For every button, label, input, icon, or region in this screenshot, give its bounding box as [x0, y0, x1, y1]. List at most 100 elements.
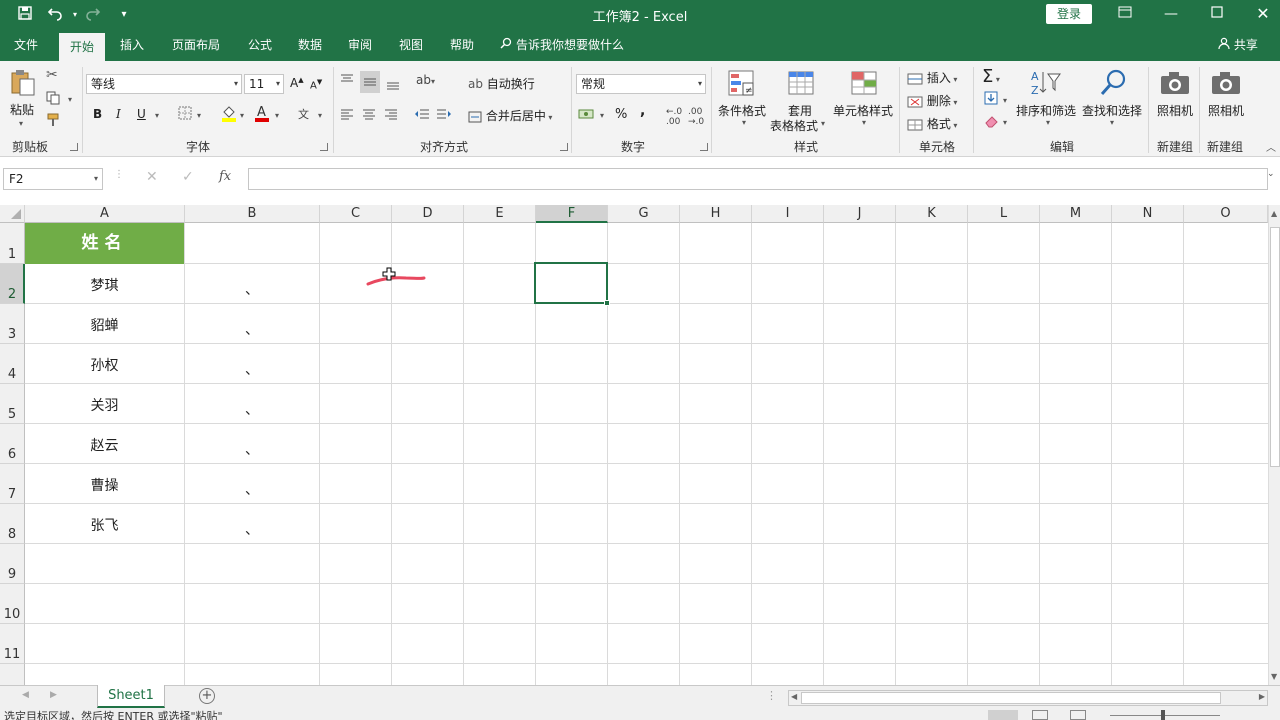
row-header-4[interactable]: 4	[0, 344, 25, 384]
fill-color-icon[interactable]	[221, 104, 237, 125]
decrease-decimal-icon[interactable]: .00 →.0	[688, 107, 704, 127]
cell-b5[interactable]: 、	[185, 399, 319, 419]
align-right-icon[interactable]	[384, 108, 398, 123]
selected-cell-f2[interactable]	[534, 262, 610, 306]
minimize-icon[interactable]: —	[1148, 0, 1194, 30]
copy-dropdown-icon[interactable]: ▾	[68, 95, 72, 104]
cell-a3[interactable]: 貂蝉	[25, 315, 184, 335]
decrease-font-icon[interactable]: A▼	[310, 78, 322, 91]
cell-b8[interactable]: 、	[185, 519, 319, 539]
fill-handle[interactable]	[604, 300, 610, 306]
cell-b4[interactable]: 、	[185, 359, 319, 379]
merge-center-button[interactable]: 合并后居中 ▾	[468, 107, 552, 124]
paste-icon[interactable]	[8, 68, 38, 96]
underline-button[interactable]: U	[137, 107, 146, 121]
percent-button[interactable]: %	[615, 107, 627, 122]
column-header-o[interactable]: O	[1184, 205, 1268, 223]
cell-styles-dropdown-icon[interactable]: ▾	[862, 118, 866, 127]
worksheet-grid[interactable]: A B C D E F G H I J K L M N O 1 2 3 4 5 …	[0, 205, 1268, 685]
save-icon[interactable]	[14, 5, 36, 25]
align-bottom-icon[interactable]	[386, 77, 400, 94]
column-header-b[interactable]: B	[185, 205, 320, 223]
align-top-icon[interactable]	[340, 73, 354, 88]
tab-data[interactable]: 数据	[290, 30, 330, 61]
select-all-corner[interactable]	[0, 205, 25, 223]
number-launcher-icon[interactable]	[700, 143, 708, 151]
fill-icon[interactable]	[984, 91, 998, 108]
cell-a4[interactable]: 孙权	[25, 355, 184, 375]
borders-icon[interactable]	[178, 106, 192, 123]
clear-icon[interactable]	[984, 114, 1000, 131]
format-as-table-icon[interactable]	[787, 69, 817, 97]
column-header-m[interactable]: M	[1040, 205, 1112, 223]
paste-dropdown-icon[interactable]: ▾	[19, 119, 23, 128]
column-header-l[interactable]: L	[968, 205, 1040, 223]
cut-icon[interactable]: ✂	[46, 67, 58, 83]
row-header-10[interactable]: 10	[0, 584, 25, 624]
redo-icon[interactable]	[82, 5, 104, 25]
increase-indent-icon[interactable]	[436, 108, 452, 123]
autosum-icon[interactable]: Σ ▾	[982, 66, 1000, 87]
customize-qat-icon[interactable]: ▾	[113, 5, 135, 25]
scroll-right-icon[interactable]: ▶	[1259, 692, 1265, 701]
column-header-i[interactable]: I	[752, 205, 824, 223]
column-header-c[interactable]: C	[320, 205, 392, 223]
cell-styles-icon[interactable]	[850, 69, 880, 97]
cell-b6[interactable]: 、	[185, 439, 319, 459]
phonetic-icon[interactable]: 文	[298, 106, 309, 122]
tell-me-box[interactable]: 告诉我你想要做什么	[500, 30, 624, 61]
orientation-icon[interactable]: ab▾	[416, 73, 435, 87]
insert-function-icon[interactable]: fx	[219, 169, 231, 184]
zoom-slider[interactable]	[1110, 715, 1220, 716]
column-header-a[interactable]: A	[25, 205, 185, 223]
camera-icon[interactable]	[1211, 70, 1241, 98]
confirm-entry-icon[interactable]: ✓	[182, 169, 194, 185]
format-cells-button[interactable]: 格式 ▾	[907, 115, 957, 132]
tab-review[interactable]: 审阅	[340, 30, 380, 61]
tab-home[interactable]: 开始	[59, 33, 105, 61]
camera-label[interactable]: 照相机	[1157, 102, 1193, 119]
row-header-7[interactable]: 7	[0, 464, 25, 504]
next-sheet-icon[interactable]: ▶	[50, 690, 57, 700]
expand-formula-bar-icon[interactable]: ⌄	[1267, 169, 1275, 179]
cell-a1[interactable]: 姓名	[25, 223, 184, 264]
vertical-scrollbar[interactable]: ▲ ▼	[1268, 205, 1280, 685]
row-header-3[interactable]: 3	[0, 304, 25, 344]
column-header-f[interactable]: F	[536, 205, 608, 223]
cancel-entry-icon[interactable]: ✕	[146, 169, 158, 185]
comma-button[interactable]: ,	[640, 103, 645, 119]
format-as-table-dropdown-icon[interactable]: ▾	[821, 119, 825, 128]
cell-b7[interactable]: 、	[185, 479, 319, 499]
column-header-j[interactable]: J	[824, 205, 896, 223]
borders-dropdown-icon[interactable]: ▾	[197, 111, 201, 120]
cell-a8[interactable]: 张飞	[25, 515, 184, 535]
number-format-select[interactable]: 常规 ▾	[576, 74, 706, 94]
find-select-label[interactable]: 查找和选择	[1082, 102, 1142, 119]
insert-cells-button[interactable]: 插入 ▾	[907, 69, 957, 86]
sheet-tab-sheet1[interactable]: Sheet1	[97, 685, 165, 708]
row-header-8[interactable]: 8	[0, 504, 25, 544]
camera-label[interactable]: 照相机	[1208, 102, 1244, 119]
maximize-icon[interactable]	[1194, 0, 1240, 30]
vertical-scroll-thumb[interactable]	[1270, 227, 1280, 467]
find-select-dropdown-icon[interactable]: ▾	[1110, 118, 1114, 127]
split-handle-icon[interactable]: ⋮	[766, 689, 777, 702]
cell-b2[interactable]: 、	[185, 279, 319, 299]
italic-button[interactable]: I	[116, 107, 121, 121]
bold-button[interactable]: B	[93, 107, 102, 121]
phonetic-dropdown-icon[interactable]: ▾	[318, 111, 322, 120]
formula-input[interactable]	[248, 168, 1268, 190]
tab-help[interactable]: 帮助	[442, 30, 482, 61]
font-color-dropdown-icon[interactable]: ▾	[275, 111, 279, 120]
close-icon[interactable]: ✕	[1240, 0, 1280, 30]
fill-dropdown-icon[interactable]: ▾	[1003, 96, 1007, 105]
row-header-5[interactable]: 5	[0, 384, 25, 424]
column-header-h[interactable]: H	[680, 205, 752, 223]
page-layout-view-icon[interactable]	[1032, 710, 1048, 720]
alignment-launcher-icon[interactable]	[560, 143, 568, 151]
cell-a6[interactable]: 赵云	[25, 435, 184, 455]
align-middle-icon[interactable]	[360, 71, 380, 93]
conditional-formatting-icon[interactable]: ≠	[727, 69, 757, 97]
format-as-table-label-2[interactable]: 表格格式	[770, 117, 818, 134]
zoom-slider-thumb[interactable]	[1161, 710, 1165, 720]
